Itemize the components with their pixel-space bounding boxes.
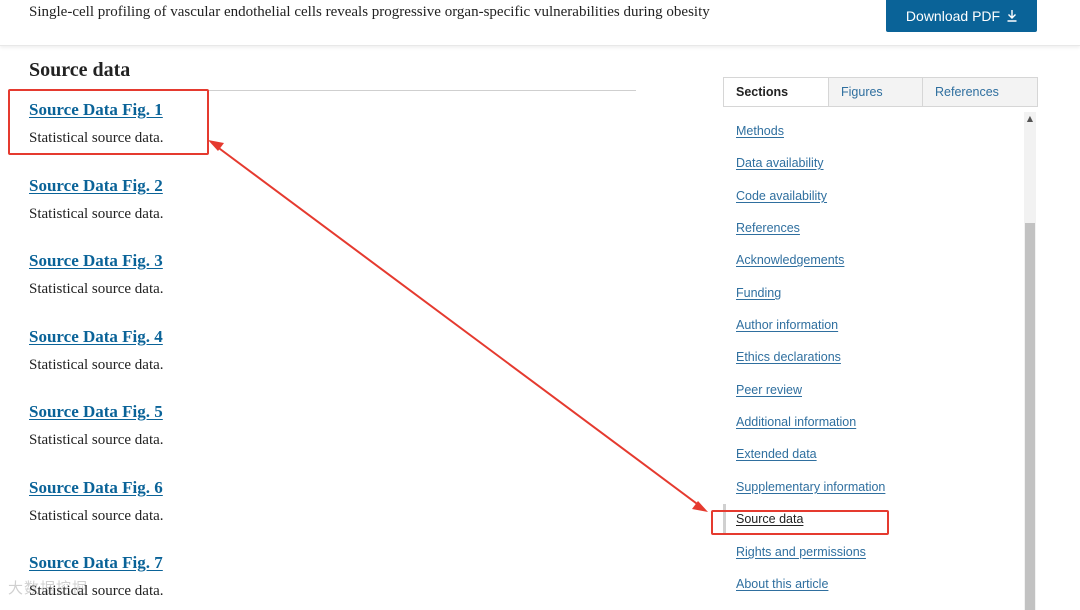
watermark-text: 大数据挖掘	[8, 579, 89, 597]
annotation-arrow-overlay	[208, 140, 708, 512]
annotation-arrow-line	[211, 142, 705, 510]
